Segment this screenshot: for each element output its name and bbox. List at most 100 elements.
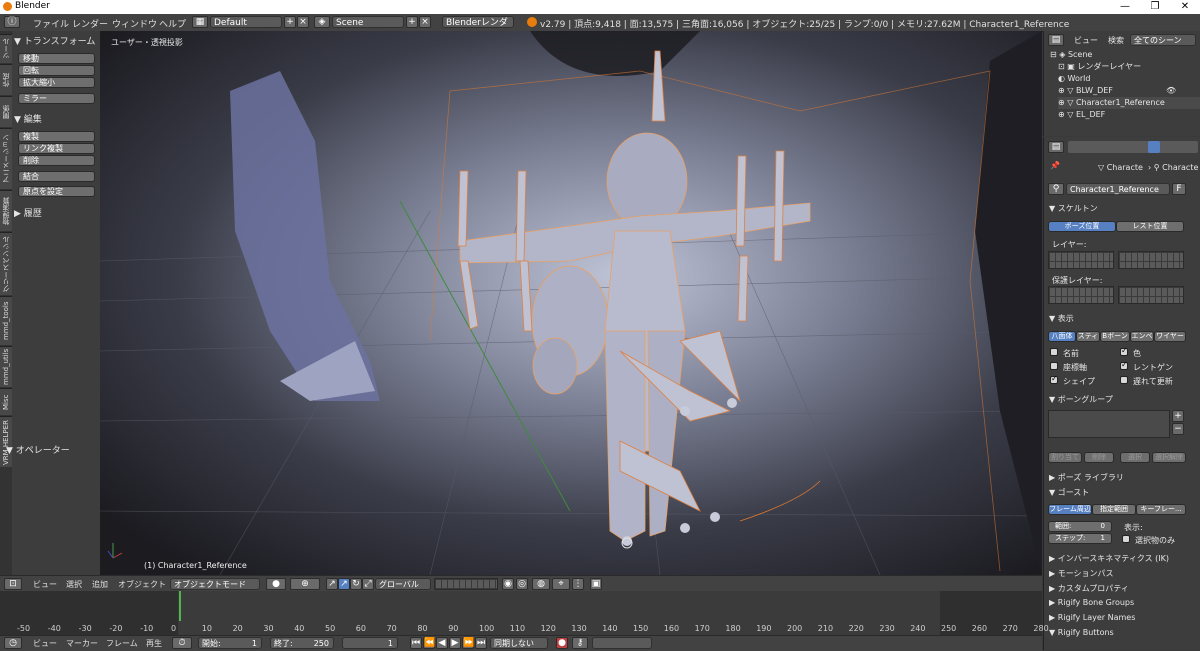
colors-checkbox[interactable] [1120,346,1128,356]
prev-keyframe-icon[interactable]: ⏪ [423,637,435,649]
ghost-in-range-button[interactable]: 指定範囲 [1092,504,1136,515]
armature-datablock-icon[interactable]: ⚲ [1048,183,1064,195]
maximize-button[interactable]: ❐ [1140,0,1170,14]
outliner-item-renderlayers[interactable]: ⊡ ▣ レンダーレイヤー [1058,61,1200,73]
menu-help[interactable]: ヘルプ [159,17,186,30]
duplicate-button[interactable]: 複製 [18,131,95,142]
breadcrumb-object[interactable]: ▽ Characte [1098,163,1143,172]
breadcrumb-armature[interactable]: › ⚲ Characte [1148,163,1198,172]
armature-data-tab-icon[interactable] [1148,141,1160,153]
tab-mmd-utils[interactable]: mmd_utils [0,346,12,387]
outliner-item-scene[interactable]: ⊟ ◈ Scene [1050,49,1200,61]
set-origin-button[interactable]: 原点を設定 [18,186,95,197]
selected-only-checkbox[interactable] [1122,535,1130,543]
jump-start-icon[interactable]: ⏮ [410,637,422,649]
bone-groups-panel-header[interactable]: ▼ ボーングループ [1049,394,1113,405]
custom-properties-panel-header[interactable]: ▶ カスタムプロパティ [1049,583,1129,594]
delay-refresh-checkbox[interactable] [1120,376,1128,384]
editor-type-icon[interactable]: ⓘ [4,16,20,28]
operator-panel-header[interactable]: ▼ オペレーター [6,443,70,456]
pose-library-panel-header[interactable]: ▶ ポーズ ライブラリ [1049,472,1124,483]
3d-viewport[interactable]: ユーザー・透視投影 (1) Character1_Reference [100,31,1042,575]
outliner-item-world[interactable]: ◐ World [1058,73,1200,85]
visibility-eye-icon[interactable]: 👁 [1166,85,1176,97]
scale-manipulator-icon[interactable]: ⤢ [362,578,374,590]
tab-vrm-helper[interactable]: VRM HELPER [0,416,12,467]
viewport-shading-icon[interactable]: ● [266,578,286,590]
current-frame-field[interactable]: 1 [342,637,398,649]
tab-misc[interactable]: Misc [0,388,12,415]
names-checkbox[interactable] [1050,348,1058,356]
outliner-item-el-def[interactable]: ⊕ ▽ EL_DEF [1058,109,1200,121]
skeleton-panel-header[interactable]: ▼ スケルトン [1049,203,1098,214]
outliner-item-blw-def[interactable]: ⊕ ▽ BLW_DEF 👁 [1058,85,1200,97]
select-menu[interactable]: 選択 [66,579,82,590]
layer-lock-icon[interactable]: ◉ [502,578,514,590]
orientation-select[interactable]: グローバル [375,578,431,590]
history-panel-header[interactable]: ▶ 履歴 [14,206,42,219]
add-menu[interactable]: 追加 [92,579,108,590]
edit-panel-header[interactable]: ▼ 編集 [14,112,42,125]
scene-icon[interactable]: ◈ [314,16,330,28]
rotate-manipulator-icon[interactable]: ↻ [350,578,362,590]
timeline-editor-icon[interactable]: ◷ [4,637,22,649]
ghost-range-field[interactable]: 範囲: 0 [1048,521,1112,532]
next-keyframe-icon[interactable]: ⏩ [462,637,474,649]
join-button[interactable]: 結合 [18,171,95,182]
tab-relations[interactable]: 関係 [0,96,12,127]
tab-grease-pencil[interactable]: グリースペンシル [0,232,12,295]
bone-groups-list[interactable] [1048,410,1170,438]
tab-mmd-tools[interactable]: mmd_tools [0,296,12,345]
remove-layout-button[interactable]: × [297,16,309,28]
remove-bone-group-button[interactable]: − [1172,423,1184,435]
menu-window[interactable]: ウィンドウ [112,17,157,30]
protected-layer-grid-right[interactable] [1118,286,1184,304]
select-bone-group-button[interactable]: 選択 [1120,452,1150,463]
rigify-bone-groups-panel-header[interactable]: ▶ Rigify Bone Groups [1049,598,1134,607]
axes-checkbox[interactable] [1050,362,1058,370]
render-engine-select[interactable]: Blenderレンダー [442,16,514,40]
armature-datablock-field[interactable]: Character1_Reference [1066,183,1170,195]
rigify-buttons-panel-header[interactable]: ▼ Rigify Buttons [1049,628,1114,637]
display-octahedral-button[interactable]: 八面体 [1048,331,1076,342]
mode-select[interactable]: オブジェクトモード [170,578,260,590]
outliner-search-menu[interactable]: 検索 [1108,35,1124,46]
mirror-button[interactable]: ミラー [18,93,95,104]
jump-end-icon[interactable]: ⏭ [475,637,487,649]
object-menu[interactable]: オブジェクト [118,579,166,590]
remove-scene-button[interactable]: × [419,16,431,28]
outliner-item-character1-reference[interactable]: ⊕ ▽ Character1_Reference [1058,97,1200,109]
scale-button[interactable]: 拡大縮小 [18,77,95,88]
fake-user-button[interactable]: F [1172,183,1186,195]
layer-grid-right[interactable] [1118,251,1184,269]
display-bbone-button[interactable]: Bボーン [1100,331,1130,342]
scene-layers-grid[interactable] [434,578,498,590]
rest-position-button[interactable]: レスト位置 [1116,221,1184,232]
preview-range-icon[interactable]: ⏱ [172,637,192,649]
screen-layout-field[interactable]: Default [210,16,282,28]
outliner-filter-select[interactable]: 全てのシーン [1130,34,1196,46]
view-menu[interactable]: ビュー [33,579,57,590]
auto-keying-icon[interactable]: ● [556,637,568,649]
timeline-view-menu[interactable]: ビュー [33,638,57,649]
minimize-button[interactable]: — [1110,0,1140,14]
snap-element-icon[interactable]: ⋮ [572,578,584,590]
3d-view-editor-icon[interactable]: ⊡ [4,578,22,590]
menu-file[interactable]: ファイル [33,17,69,30]
current-frame-indicator[interactable] [179,591,181,621]
end-frame-field[interactable]: 終了: 250 [270,637,334,649]
properties-editor-icon[interactable]: ▤ [1048,141,1064,153]
display-panel-header[interactable]: ▼ 表示 [1049,313,1074,324]
sync-mode-select[interactable]: 同期しない [490,637,548,649]
pivot-point-icon[interactable]: ⊕ [290,578,320,590]
motion-paths-panel-header[interactable]: ▶ モーションパス [1049,568,1114,579]
proportional-edit-icon[interactable]: ◍ [532,578,550,590]
shapes-checkbox[interactable] [1050,374,1058,384]
display-envelope-button[interactable]: エンベ [1130,331,1154,342]
ghost-step-field[interactable]: ステップ: 1 [1048,533,1112,544]
play-icon[interactable]: ▶ [449,637,461,649]
add-scene-button[interactable]: + [406,16,418,28]
manipulator-toggle-icon[interactable]: ↗ [326,578,338,590]
translate-manipulator-icon[interactable]: ↗ [338,578,350,590]
protected-layer-grid-left[interactable] [1048,286,1114,304]
